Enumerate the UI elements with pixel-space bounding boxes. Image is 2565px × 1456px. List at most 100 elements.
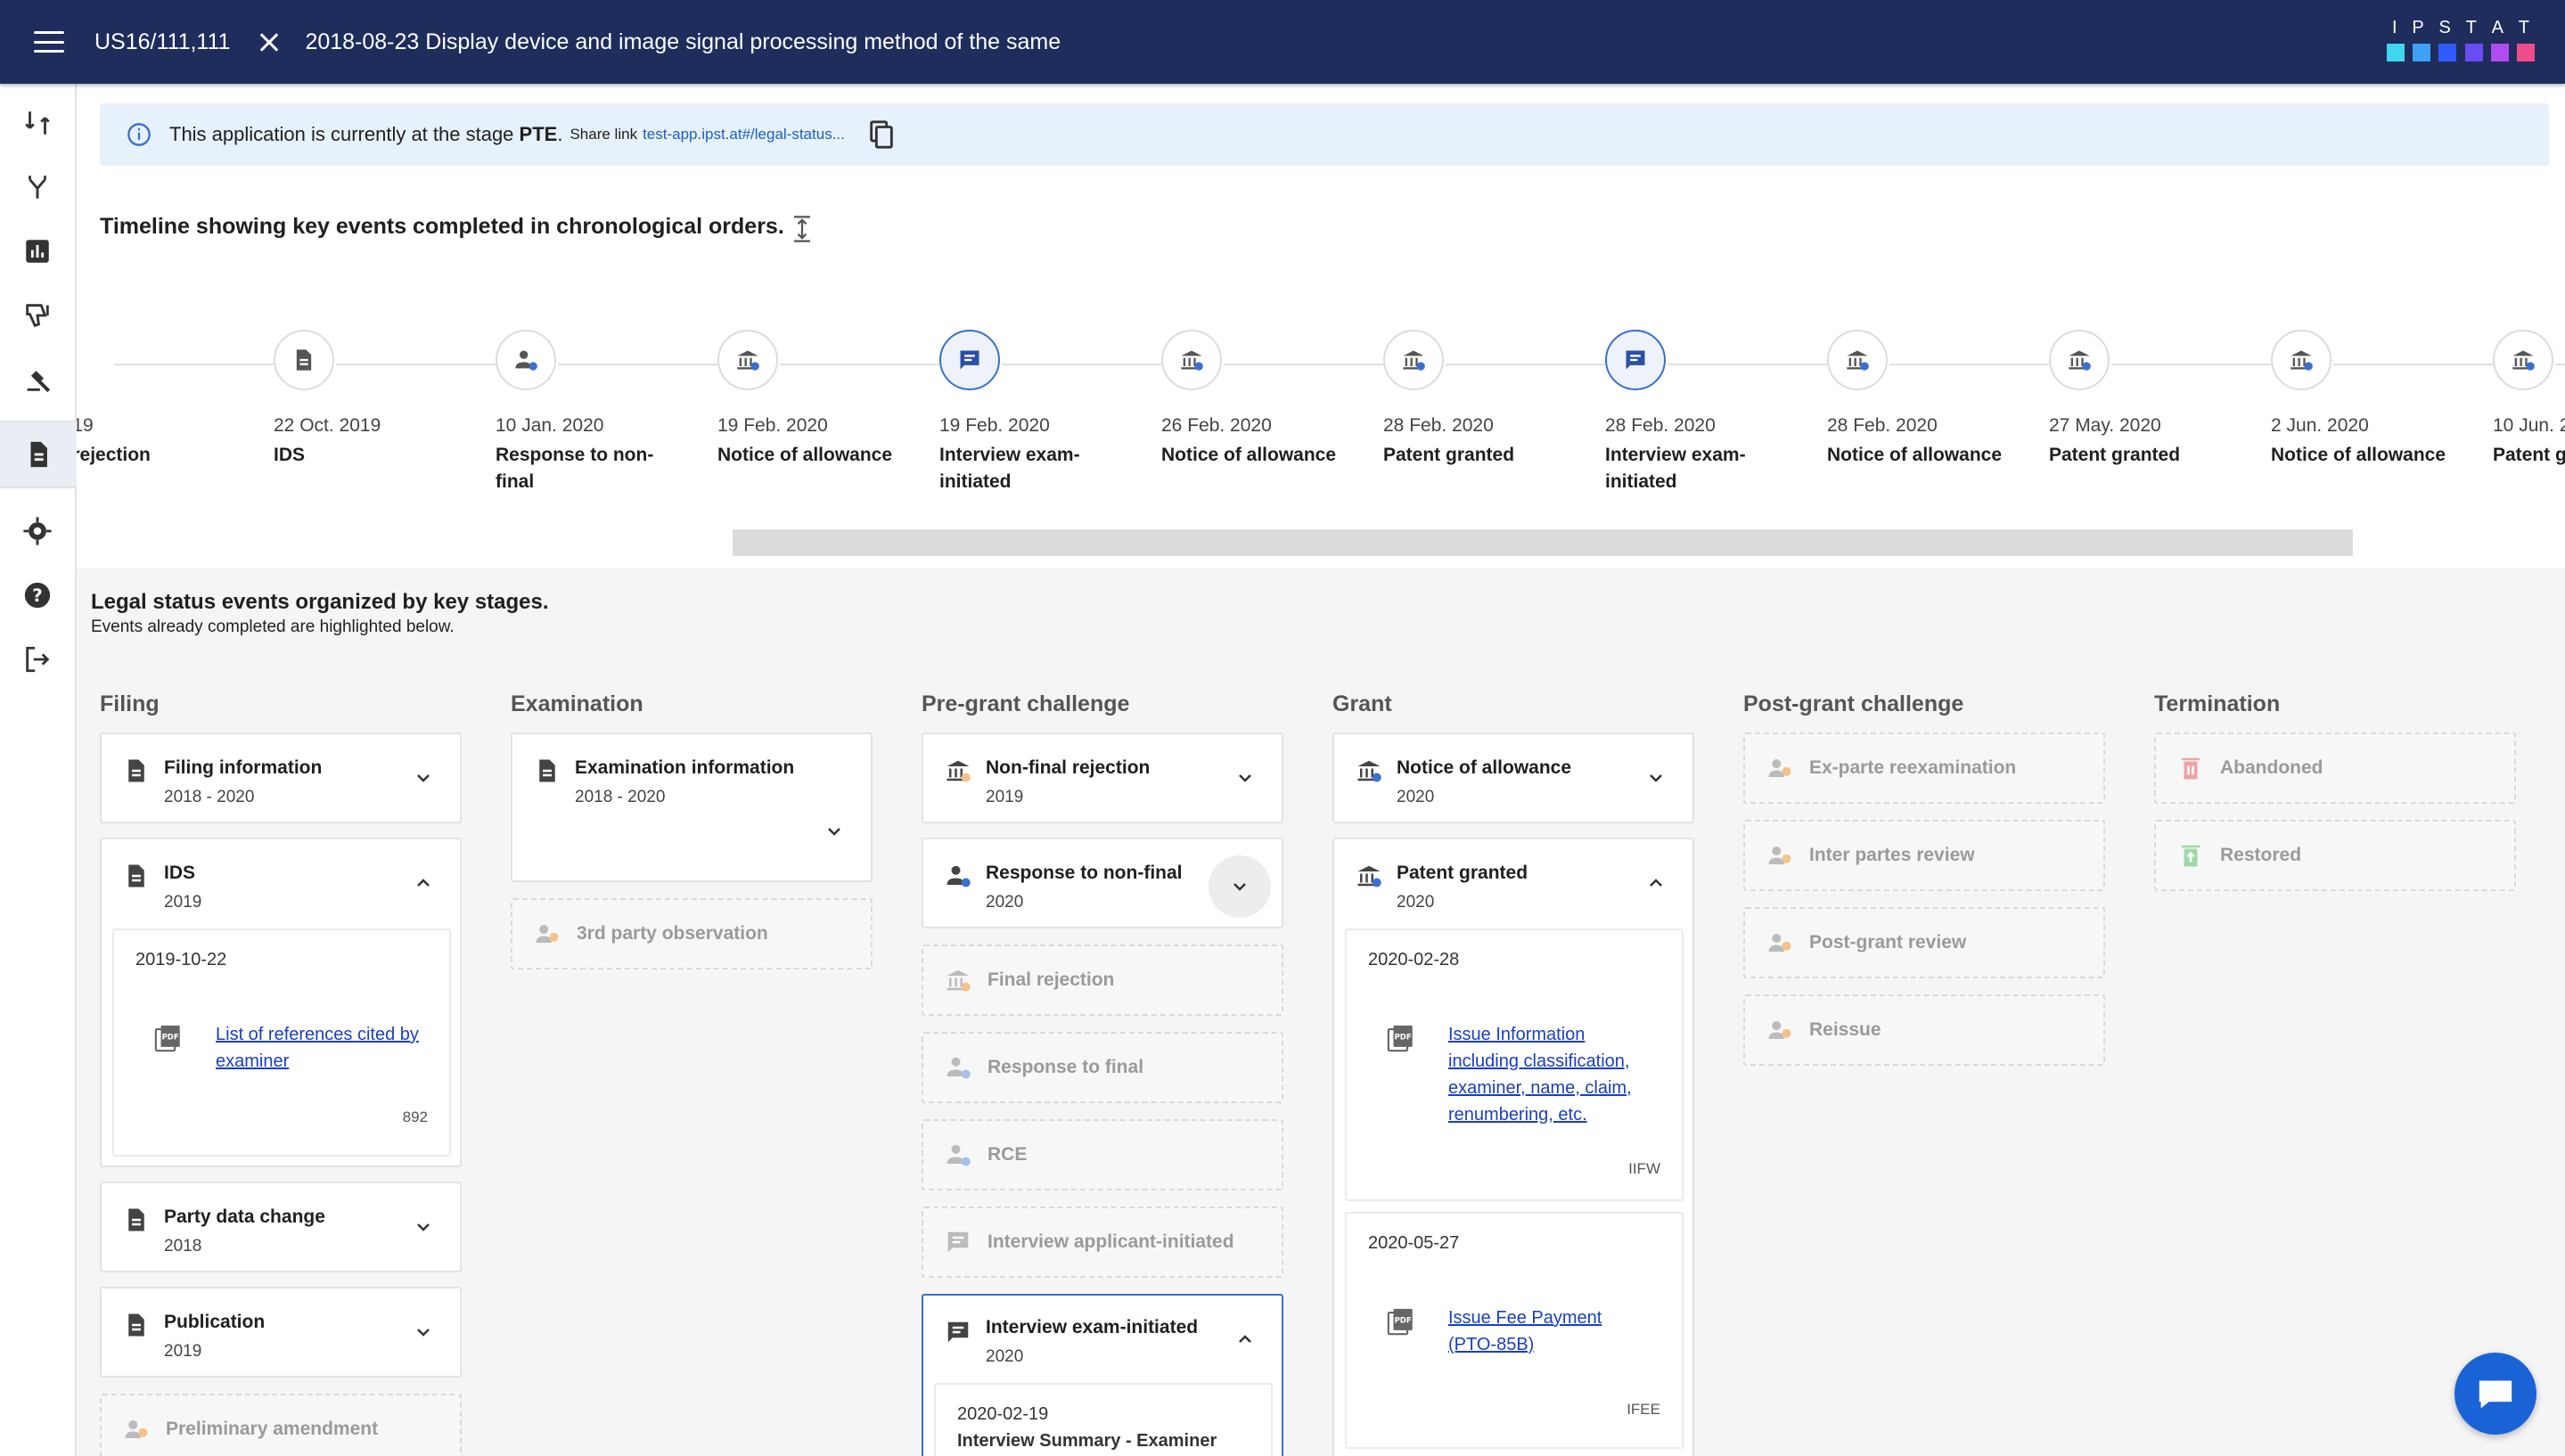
card-title: Examination information (575, 757, 795, 778)
bank-icon (947, 969, 971, 992)
bank-icon[interactable] (2271, 330, 2331, 390)
timeline-event-date: 26 Feb. 2020 (1161, 415, 1272, 436)
card-patent-granted[interactable]: Patent granted 2020 2020-02-28 PDF Issue… (1332, 838, 1694, 1456)
document-icon (128, 864, 144, 888)
banner-text: This application is currently at the sta… (169, 123, 562, 146)
timeline-event[interactable]: 10 Jan. 2020 Response to non-final (496, 330, 683, 495)
chevron-down-icon[interactable] (1643, 765, 1669, 791)
card-ids[interactable]: IDS 2019 2019-10-22 PDF List of referenc… (100, 838, 462, 1167)
chat-support-button[interactable] (2454, 1353, 2536, 1435)
sidebar-item-help[interactable]: ? (16, 574, 59, 617)
logo-block (2438, 44, 2457, 61)
document-link[interactable]: Issue Information including classificati… (1448, 1021, 1653, 1128)
application-id: US16/111,111 (94, 29, 231, 54)
card-notice-of-allowance[interactable]: Notice of allowance 2020 (1332, 732, 1694, 823)
chat-icon[interactable] (1605, 330, 1666, 390)
logo-letter: I (2392, 18, 2397, 37)
chevron-down-icon[interactable] (410, 1214, 437, 1240)
document-date: 2019-10-22 (135, 950, 227, 969)
timeline-event-label: Notice of allowance (1827, 445, 2003, 465)
timeline-event[interactable]: 26 Feb. 2020 Notice of allowance (1161, 330, 1348, 469)
timeline-event[interactable]: 28 Feb. 2020 Interview exam-initiated (1605, 330, 1792, 495)
restore-trash-icon (2182, 845, 2200, 867)
timeline-event[interactable]: 28 Feb. 2020 Patent granted (1383, 330, 1570, 469)
column-title-termination: Termination (2154, 691, 2281, 716)
timeline-event-date: 28 Feb. 2020 (1605, 415, 1716, 436)
sidebar-item-logout[interactable] (16, 638, 59, 681)
timeline-event[interactable]: 2019 al rejection (77, 330, 239, 469)
legal-status-heading: Legal status events organized by key sta… (91, 590, 549, 614)
card-interview-exam-initiated[interactable]: Interview exam-initiated 2020 2020-02-19… (922, 1294, 1283, 1456)
people-icon (1768, 847, 1791, 864)
bank-icon[interactable] (717, 330, 778, 390)
sidebar-item-compare[interactable] (16, 102, 59, 144)
menu-icon[interactable] (34, 31, 64, 53)
document-link[interactable]: Issue Fee Payment (PTO-85B) (1448, 1305, 1653, 1358)
chevron-up-icon[interactable] (1643, 870, 1669, 896)
event-label: Final rejection (987, 969, 1115, 990)
chevron-up-icon[interactable] (1232, 1326, 1258, 1353)
card-publication[interactable]: Publication 2019 (100, 1287, 462, 1378)
card-party-data-change[interactable]: Party data change 2018 (100, 1182, 462, 1272)
timeline-event[interactable]: 2 Jun. 2020 Notice of allowance (2271, 330, 2458, 469)
copy-icon[interactable] (866, 119, 897, 151)
bank-icon[interactable] (1827, 330, 1888, 390)
timeline-event-date: 22 Oct. 2019 (274, 415, 381, 436)
sidebar-item-opposition[interactable] (16, 294, 59, 337)
svg-text:PDF: PDF (162, 1033, 179, 1042)
sidebar-item-litigation[interactable] (16, 358, 59, 401)
person-icon[interactable] (496, 330, 556, 390)
timeline-event[interactable]: 19 Feb. 2020 Interview exam-initiated (939, 330, 1127, 495)
card-examination-information[interactable]: Examination information 2018 - 2020 (511, 732, 873, 882)
event-3rd-party-observation: 3rd party observation (511, 898, 873, 969)
chevron-down-icon[interactable] (410, 765, 437, 791)
column-title-grant: Grant (1332, 691, 1392, 716)
pdf-icon[interactable]: PDF (1386, 1306, 1416, 1337)
card-year: 2018 - 2020 (164, 788, 255, 806)
timeline-event-date: 19 Feb. 2020 (939, 415, 1050, 436)
document-code: IFEE (1627, 1401, 1660, 1418)
timeline-event[interactable]: 28 Feb. 2020 Notice of allowance (1827, 330, 2014, 469)
people-icon (125, 1420, 148, 1438)
chevron-up-icon[interactable] (410, 870, 437, 896)
gavel-icon (27, 371, 51, 393)
chevron-down-icon[interactable] (1232, 765, 1258, 791)
card-title: Publication (164, 1312, 266, 1332)
collapse-timeline-icon[interactable] (790, 214, 815, 244)
pdf-icon[interactable]: PDF (153, 1023, 184, 1053)
timeline-scrollbar-thumb[interactable] (733, 529, 2353, 556)
chevron-down-icon[interactable] (410, 1319, 437, 1346)
card-non-final-rejection[interactable]: Non-final rejection 2019 (922, 732, 1283, 823)
timeline-event[interactable]: 10 Jun. 2020 Patent grant (2493, 330, 2565, 469)
chevron-down-icon[interactable] (1209, 855, 1271, 918)
share-link[interactable]: test-app.ipst.at#/legal-status... (643, 126, 845, 143)
document-icon[interactable] (274, 330, 334, 390)
bank-icon[interactable] (2049, 330, 2110, 390)
timeline-event[interactable]: 27 May. 2020 Patent granted (2049, 330, 2236, 469)
info-icon (127, 123, 151, 146)
document-title: Interview Summary - Examiner (957, 1431, 1217, 1451)
event-reissue: Reissue (1743, 994, 2105, 1066)
card-filing-information[interactable]: Filing information 2018 - 2020 (100, 732, 462, 823)
card-response-to-non-final[interactable]: Response to non-final 2020 (922, 838, 1283, 928)
chat-icon[interactable] (939, 330, 1000, 390)
timeline-event[interactable]: 19 Feb. 2020 Notice of allowance (717, 330, 905, 469)
card-year: 2019 (164, 893, 202, 912)
bank-icon[interactable] (2493, 330, 2553, 390)
timeline-event[interactable]: 22 Oct. 2019 IDS (274, 330, 461, 469)
sidebar-item-family[interactable] (16, 166, 59, 209)
sidebar-item-analytics[interactable] (16, 230, 59, 273)
bank-icon[interactable] (1383, 330, 1444, 390)
sidebar-item-settings[interactable] (16, 510, 59, 552)
column-title-pregrant: Pre-grant challenge (922, 691, 1130, 716)
pdf-icon[interactable]: PDF (1386, 1023, 1416, 1053)
chevron-down-icon[interactable] (821, 818, 848, 845)
document-code: 892 (402, 1108, 428, 1125)
event-label: Inter partes review (1809, 845, 1975, 865)
close-icon[interactable] (251, 24, 287, 60)
document-link[interactable]: List of references cited by examiner (216, 1021, 421, 1075)
card-title: Patent granted (1397, 863, 1528, 883)
banner-prefix: This application is currently at the sta… (169, 123, 514, 145)
bank-icon[interactable] (1161, 330, 1222, 390)
sidebar-item-legal-status[interactable] (0, 422, 77, 487)
